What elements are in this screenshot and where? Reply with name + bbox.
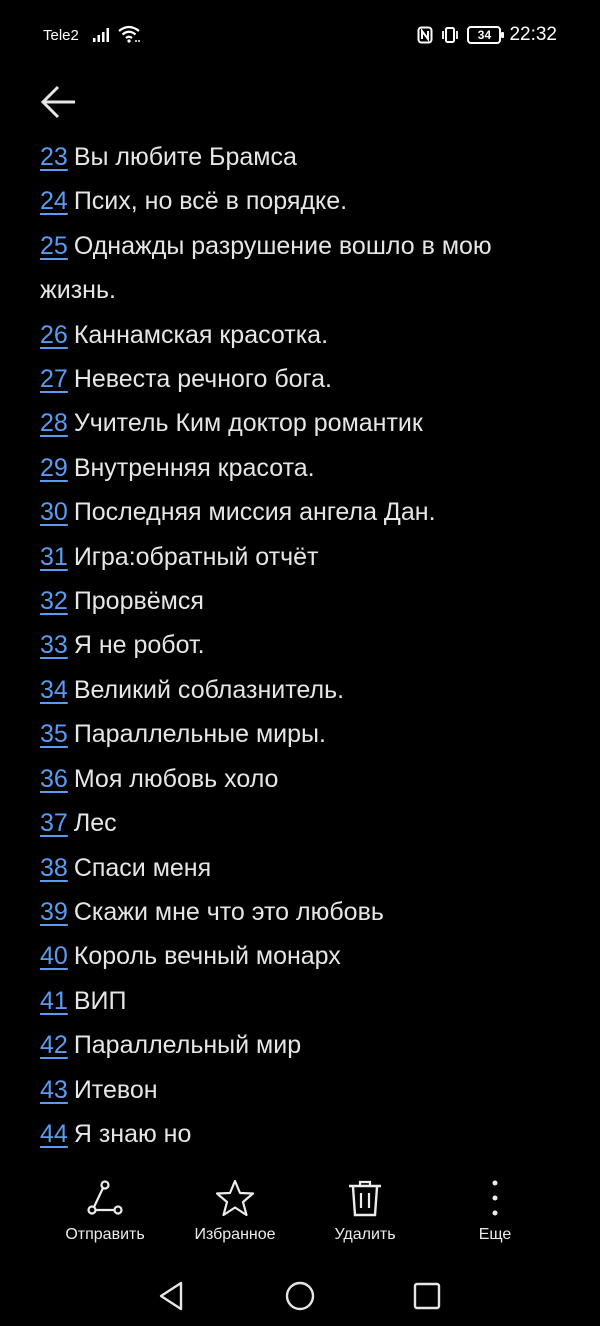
nav-home-button[interactable] — [282, 1278, 318, 1314]
entry-number-link[interactable]: 32 — [40, 587, 68, 615]
entry-number-link[interactable]: 26 — [40, 321, 68, 349]
back-button[interactable] — [38, 82, 82, 122]
entry-number-link[interactable]: 41 — [40, 987, 68, 1015]
list-item: 30 Последняя миссия ангела Дан. — [40, 490, 570, 534]
entry-number-link[interactable]: 39 — [40, 898, 68, 926]
list-item: 23 Вы любите Брамса — [40, 135, 570, 179]
entry-number-link[interactable]: 37 — [40, 809, 68, 837]
entry-number-link[interactable]: 24 — [40, 187, 68, 215]
connectivity-icons — [92, 25, 140, 43]
entry-title: Внутренняя красота. — [73, 453, 315, 482]
list-item: 32 Прорвёмся — [40, 579, 570, 623]
trash-icon — [349, 1180, 381, 1217]
list-item: 28 Учитель Ким доктор романтик — [40, 401, 570, 445]
list-item: 36 Моя любовь холо — [40, 757, 570, 801]
entry-title: Параллельные миры. — [73, 720, 326, 749]
delete-label: Удалить — [334, 1226, 396, 1243]
list-item: 44 Я знаю но — [40, 1112, 570, 1156]
arrow-left-icon — [40, 85, 75, 119]
favorite-button[interactable]: Избранное — [170, 1178, 300, 1244]
entry-title: Король вечный монарх — [73, 942, 341, 971]
list-item: 26 Каннамская красотка. — [40, 313, 570, 357]
share-icon — [87, 1180, 123, 1215]
entry-number-link[interactable]: 25 — [40, 232, 68, 260]
status-bar: Tele2 34 22:32 — [0, 0, 600, 72]
entry-title: Однажды разрушение вошло в мою жизнь. — [40, 231, 492, 305]
list-item: 43 Итевон — [40, 1068, 570, 1112]
drama-list: 23 Вы любите Брамса 24 Псих, но всё в поря… — [40, 135, 570, 1156]
entry-number-link[interactable]: 40 — [40, 942, 68, 970]
entry-title: Невеста речного бога. — [73, 365, 332, 394]
entry-title: Моя любовь холо — [73, 764, 279, 793]
list-item: 31 Игра:обратный отчёт — [40, 535, 570, 579]
circle-home-icon — [285, 1281, 315, 1311]
more-vertical-icon — [492, 1180, 498, 1216]
entry-title: Псих, но всё в порядке. — [73, 187, 348, 216]
entry-number-link[interactable]: 23 — [40, 143, 68, 171]
square-recents-icon — [413, 1282, 441, 1310]
entry-number-link[interactable]: 35 — [40, 720, 68, 748]
entry-number-link[interactable]: 27 — [40, 365, 68, 393]
entry-number-link[interactable]: 38 — [40, 854, 68, 882]
vibrate-icon — [442, 27, 459, 43]
list-item: 33 Я не робот. — [40, 623, 570, 667]
entry-title: Параллельный мир — [73, 1031, 302, 1060]
favorite-label: Избранное — [194, 1226, 276, 1243]
entry-title: Я знаю но — [73, 1119, 192, 1148]
list-item: 25 Однажды разрушение вошло в мою жизнь. — [40, 224, 570, 313]
entry-title: Прорвёмся — [73, 587, 204, 616]
entry-number-link[interactable]: 34 — [40, 676, 68, 704]
wifi-icon — [118, 25, 140, 43]
entry-number-link[interactable]: 29 — [40, 454, 68, 482]
entry-title: Скажи мне что это любовь — [73, 897, 384, 926]
delete-button[interactable]: Удалить — [300, 1178, 430, 1244]
share-button[interactable]: Отправить — [40, 1178, 170, 1244]
action-bar: Отправить Избранное Удалить Еще — [0, 1178, 600, 1258]
more-label: Еще — [478, 1226, 512, 1243]
system-nav-bar — [0, 1262, 600, 1326]
more-button[interactable]: Еще — [430, 1178, 560, 1244]
entry-number-link[interactable]: 44 — [40, 1120, 68, 1148]
list-item: 40 Король вечный монарх — [40, 934, 570, 978]
battery-indicator: 34 — [467, 26, 505, 44]
entry-number-link[interactable]: 33 — [40, 631, 68, 659]
list-item: 29 Внутренняя красота. — [40, 446, 570, 490]
list-item: 41 ВИП — [40, 979, 570, 1023]
carrier-name: Tele2 — [43, 27, 79, 44]
entry-number-link[interactable]: 28 — [40, 409, 68, 437]
list-item: 37 Лес — [40, 801, 570, 845]
entry-number-link[interactable]: 31 — [40, 543, 68, 571]
clock: 22:32 — [509, 24, 557, 45]
entry-title: Вы любите Брамса — [73, 143, 297, 171]
entry-title: Каннамская красотка. — [73, 320, 329, 349]
list-item: 38 Спаси меня — [40, 846, 570, 890]
list-item: 42 Параллельный мир — [40, 1023, 570, 1067]
entry-number-link[interactable]: 30 — [40, 498, 68, 526]
entry-title: Последняя миссия ангела Дан. — [73, 498, 436, 527]
list-item: 27 Невеста речного бога. — [40, 357, 570, 401]
list-item: 35 Параллельные миры. — [40, 712, 570, 756]
nav-recents-button[interactable] — [409, 1278, 445, 1314]
entry-number-link[interactable]: 36 — [40, 765, 68, 793]
entry-title: Лес — [73, 809, 117, 838]
entry-title: Я не робот. — [73, 631, 205, 660]
list-item: 39 Скажи мне что это любовь — [40, 890, 570, 934]
list-item: 34 Великий соблазнитель. — [40, 668, 570, 712]
entry-title: Итевон — [73, 1075, 158, 1104]
share-label: Отправить — [65, 1226, 145, 1243]
star-icon — [215, 1179, 255, 1217]
entry-number-link[interactable]: 43 — [40, 1076, 68, 1104]
entry-title: ВИП — [73, 986, 127, 1015]
signal-icon — [93, 28, 109, 42]
triangle-back-icon — [159, 1281, 183, 1311]
status-right-group: 34 22:32 — [417, 24, 557, 46]
entry-number-link[interactable]: 42 — [40, 1031, 68, 1059]
nfc-icon — [417, 26, 433, 44]
entry-title: Спаси меня — [73, 853, 212, 882]
entry-title: Великий соблазнитель. — [73, 675, 345, 704]
entry-title: Учитель Ким доктор романтик — [73, 409, 423, 438]
nav-back-button[interactable] — [154, 1278, 190, 1314]
entry-title: Игра:обратный отчёт — [73, 542, 319, 571]
list-item: 24 Псих, но всё в порядке. — [40, 179, 570, 223]
